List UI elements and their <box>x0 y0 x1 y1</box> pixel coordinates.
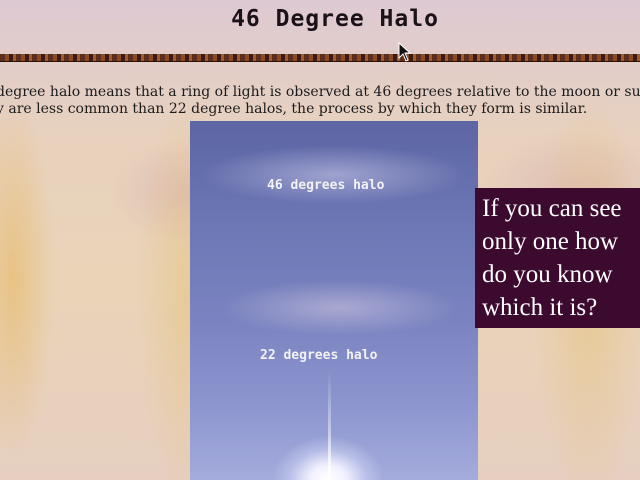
callout-line-1: If you can see <box>482 195 622 222</box>
page-title: 46 Degree Halo <box>231 6 439 32</box>
paragraph-line-1: degree halo means that a ring of light i… <box>0 84 640 100</box>
intro-paragraph: degree halo means that a ring of light i… <box>0 84 640 118</box>
label-22-degrees-halo: 22 degrees halo <box>260 348 378 363</box>
callout-line-3: do you know <box>482 261 613 288</box>
label-46-degrees-halo: 46 degrees halo <box>267 178 385 193</box>
paragraph-line-2: y are less common than 22 degree halos, … <box>0 101 588 117</box>
callout-line-2: only one how <box>482 228 619 255</box>
halo-photo: 46 degrees halo 22 degrees halo <box>190 121 478 480</box>
callout-line-4: which it is? <box>482 294 598 321</box>
sun-beam <box>328 371 331 480</box>
question-callout: If you can see only one how do you know … <box>475 188 640 328</box>
title-divider <box>0 54 640 61</box>
arrow-cursor-icon <box>398 42 412 62</box>
